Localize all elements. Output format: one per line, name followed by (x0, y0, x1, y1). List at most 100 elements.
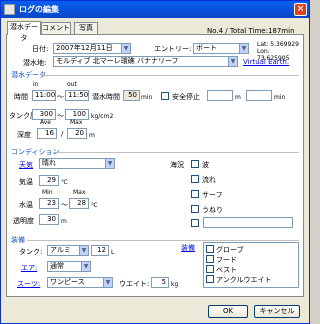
tilde: 〜 (57, 93, 64, 101)
max-label: Max (73, 189, 86, 196)
air-value: 通常 (50, 262, 64, 270)
cancel-button[interactable]: キャンセル (254, 305, 300, 318)
gear-glove-checkbox[interactable] (206, 245, 214, 253)
safety-stop-depth-field[interactable] (207, 90, 233, 101)
dive-time-field: 50 (123, 90, 140, 101)
tab-comment[interactable]: コメント (41, 22, 71, 34)
max-label: Max (70, 119, 83, 126)
tank-label: タンク: (19, 248, 43, 256)
tank-type-select[interactable]: アルミ ▼ (47, 245, 89, 256)
in-label: in (33, 81, 39, 88)
air-temp-field[interactable]: 29 (39, 175, 59, 186)
chevron-down-icon[interactable]: ▼ (239, 44, 248, 53)
gear-link[interactable]: 装備 (181, 243, 195, 253)
chevron-down-icon[interactable]: ▼ (228, 57, 237, 66)
latitude: Lat: 5.369929 (257, 41, 299, 48)
gear-glove-label: グローブ (216, 246, 244, 254)
weather-link[interactable]: 天気 (19, 160, 33, 170)
weather-select[interactable]: 晴れ ▼ (39, 158, 115, 169)
gear-ankle-weight-checkbox[interactable] (206, 275, 214, 283)
time-in-field[interactable]: 11:00 (32, 90, 56, 101)
avg-label: Ave (40, 119, 51, 126)
tilde: 〜 (61, 201, 68, 209)
divider (41, 75, 299, 76)
sea-surf-label: サーフ (202, 191, 223, 199)
suit-link[interactable]: スーツ: (17, 279, 40, 289)
weight-label: ウエイト: (119, 280, 150, 288)
dive-data-panel: 日付: 2007年12月11日 ▼ エントリー: ボート ▼ Lat: 5.36… (6, 34, 304, 297)
depth-unit: m (89, 132, 95, 139)
water-max-field[interactable]: 28 (69, 198, 89, 209)
time-out-field[interactable]: 11:50 (65, 90, 89, 101)
app-icon (4, 4, 15, 15)
dive-time-label: 潜水時間 (92, 93, 120, 101)
air-link[interactable]: エア: (21, 263, 37, 273)
visibility-label: 透明度 (13, 217, 34, 225)
date-picker[interactable]: 2007年12月11日 ▼ (53, 43, 131, 54)
out-label: out (67, 81, 77, 88)
gear-hood-checkbox[interactable] (206, 255, 214, 263)
sea-current-label: 流れ (202, 176, 216, 184)
visibility-field[interactable]: 30 (39, 214, 59, 225)
sea-surf-checkbox[interactable] (191, 190, 199, 198)
window-title: ログの編集 (19, 5, 59, 14)
depth-max-field[interactable]: 20 (67, 128, 87, 139)
sea-swell-checkbox[interactable] (191, 205, 199, 213)
min-label: Min (42, 189, 53, 196)
sea-wave-checkbox[interactable] (191, 160, 199, 168)
chevron-down-icon[interactable]: ▼ (103, 278, 112, 287)
air-temp-label: 気温 (19, 178, 33, 186)
tilde: 〜 (57, 112, 64, 120)
safety-stop-label: 安全停止 (172, 93, 200, 101)
edit-log-dialog: ログの編集 × 潜水データ コメント 写真 No.4 / Total Time:… (0, 0, 310, 324)
tank-size-unit: L (111, 249, 115, 256)
ok-button[interactable]: OK (208, 305, 248, 318)
depth-avg-field[interactable]: 16 (37, 128, 57, 139)
temp-unit: ℃ (61, 179, 68, 186)
water-temp-label: 水温 (19, 201, 33, 209)
time-label: 時間 (14, 93, 28, 101)
close-icon[interactable]: × (294, 3, 307, 16)
slash: / (61, 130, 64, 138)
safety-stop-min-field[interactable] (246, 90, 272, 101)
depth-label: 深度 (17, 131, 31, 139)
m-unit: m (235, 94, 241, 101)
tab-dive-data[interactable]: 潜水データ (7, 21, 41, 42)
gear-list[interactable]: グローブ フード ベスト アンクルウエイト (203, 242, 299, 288)
sea-current-checkbox[interactable] (191, 175, 199, 183)
virtual-earth-link[interactable]: Virtual Earth. (243, 58, 289, 66)
entry-value: ボート (196, 44, 217, 52)
chevron-down-icon[interactable]: ▼ (79, 246, 88, 255)
tank-size-field[interactable]: 12 (91, 245, 109, 256)
tank-type-value: アルミ (50, 246, 71, 254)
weight-unit: kg (171, 281, 179, 288)
suit-value: ワンピース (50, 278, 85, 286)
site-select[interactable]: モルディブ 北マーレ環礁 バナナリーフ ▼ (53, 56, 238, 67)
date-value: 2007年12月11日 (56, 44, 113, 52)
date-label: 日付: (32, 45, 49, 53)
pressure-unit: kg/cm2 (91, 113, 114, 120)
min-unit: min (274, 94, 286, 101)
chevron-down-icon[interactable]: ▼ (121, 44, 130, 53)
tab-photo[interactable]: 写真 (74, 22, 98, 34)
safety-stop-checkbox[interactable] (161, 92, 169, 100)
chevron-down-icon[interactable]: ▼ (105, 159, 114, 168)
equipment-section-title: 装備 (11, 236, 25, 244)
air-select[interactable]: 通常 ▼ (47, 261, 91, 272)
entry-select[interactable]: ボート ▼ (193, 43, 249, 54)
sea-other-checkbox[interactable] (191, 219, 199, 227)
temp-unit: ℃ (91, 202, 98, 209)
sea-condition-label: 海況 (170, 161, 184, 169)
gear-hood-label: フード (216, 256, 237, 264)
water-min-field[interactable]: 23 (39, 198, 59, 209)
sea-wave-label: 波 (202, 161, 209, 169)
chevron-down-icon[interactable]: ▼ (81, 262, 90, 271)
gear-ankle-weight-label: アンクルウエイト (216, 276, 272, 284)
suit-select[interactable]: ワンピース ▼ (47, 277, 113, 288)
divider (27, 240, 299, 241)
weight-field[interactable]: 5 (151, 277, 169, 288)
title-bar[interactable]: ログの編集 × (1, 1, 309, 18)
gear-vest-checkbox[interactable] (206, 265, 214, 273)
min-unit: min (141, 94, 153, 101)
sea-other-field[interactable] (203, 217, 293, 228)
